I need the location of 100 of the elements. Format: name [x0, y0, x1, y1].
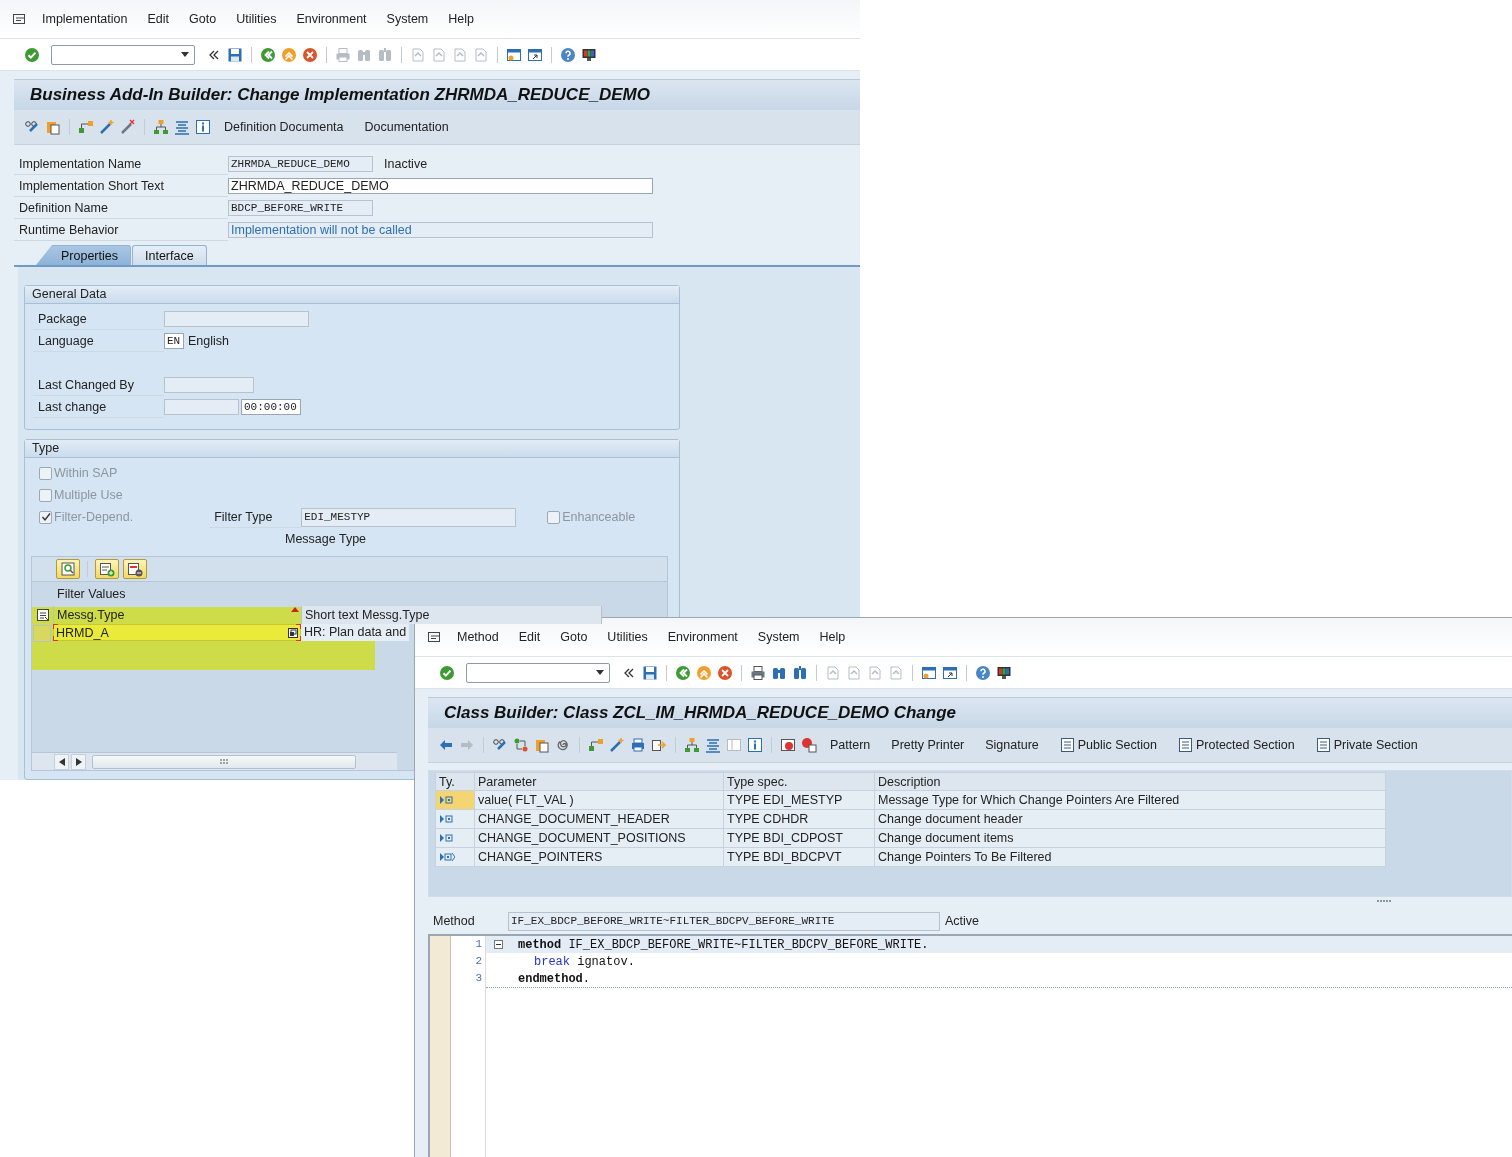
code-editor[interactable]: 1 2 3 method IF_EX_BDCP_BEFORE_WRITE~FILTER_BDCPV_BEFORE_WRITE. break ignatov. endmethod.: [428, 934, 1512, 1157]
print-button[interactable]: [750, 664, 766, 681]
window-title: Class Builder: Class ZCL_IM_HRMDA_REDUCE_DEMO Change: [444, 703, 956, 723]
copy-button[interactable]: [534, 737, 550, 753]
wand-cross-button[interactable]: [120, 119, 136, 135]
code-line: method IF_EX_BDCP_BEFORE_WRITE~FILTER_BDCPV_BEFORE_WRITE.: [518, 937, 929, 952]
command-field[interactable]: [466, 662, 610, 683]
hierarchy-button[interactable]: [78, 119, 94, 135]
wand-button[interactable]: [99, 119, 115, 135]
exit-button[interactable]: [696, 664, 712, 681]
tab[interactable]: Properties: [36, 245, 131, 265]
first-page-button[interactable]: [410, 46, 426, 63]
toolbar-button[interactable]: Private Section: [1307, 735, 1426, 755]
column-header[interactable]: Short text Messg.Type: [302, 606, 602, 624]
checkbox[interactable]: [39, 466, 52, 480]
hierarchy-button[interactable]: [588, 737, 604, 753]
breakpoint-button[interactable]: [780, 737, 796, 753]
swap-button[interactable]: [513, 737, 529, 753]
menu-item[interactable]: Edit: [137, 12, 179, 26]
menu-item[interactable]: Goto: [179, 12, 227, 26]
stop-button[interactable]: [801, 737, 817, 753]
first-page-button[interactable]: [825, 664, 841, 681]
input-field[interactable]: [164, 311, 309, 327]
previous-page-button[interactable]: [846, 664, 862, 681]
last-page-button[interactable]: [888, 664, 904, 681]
toolbar-button[interactable]: Public Section: [1051, 735, 1165, 755]
export-button[interactable]: [651, 737, 667, 753]
time-field[interactable]: 00:00:00: [241, 399, 301, 415]
checkbox[interactable]: [39, 488, 52, 502]
toolbar-button[interactable]: Documentation: [356, 118, 457, 136]
menu-item[interactable]: Utilities: [597, 630, 658, 644]
menu-item[interactable]: Environment: [657, 630, 748, 644]
collapse-icon[interactable]: [493, 940, 503, 949]
menu-item[interactable]: System: [376, 12, 439, 26]
command-field[interactable]: [51, 44, 195, 65]
tree-button[interactable]: [153, 119, 169, 135]
menu-item[interactable]: System: [747, 630, 810, 644]
copy-button[interactable]: [45, 119, 61, 135]
menu-item[interactable]: Method: [447, 630, 509, 644]
help-button[interactable]: [975, 664, 991, 681]
panel-button[interactable]: [726, 737, 742, 753]
find-next-button[interactable]: [792, 664, 808, 681]
printer-button[interactable]: [630, 737, 646, 753]
group-title: Type: [25, 440, 679, 458]
info-button[interactable]: [747, 737, 763, 753]
horizontal-scrollbar[interactable]: [32, 752, 397, 770]
menu-item[interactable]: Help: [809, 630, 856, 644]
column-header[interactable]: Type spec.: [723, 772, 875, 791]
toolbar-button[interactable]: Protected Section: [1170, 735, 1303, 755]
menu-item[interactable]: Implementation: [32, 12, 138, 26]
column-header[interactable]: Ty.: [435, 772, 475, 791]
details-button[interactable]: [56, 559, 80, 579]
shortcut-button[interactable]: [527, 46, 543, 63]
align-button[interactable]: [174, 119, 190, 135]
column-header[interactable]: Parameter: [474, 772, 724, 791]
delete-row-button[interactable]: [123, 559, 147, 579]
toolbar-button[interactable]: Definition Documenta: [216, 118, 352, 136]
back-button[interactable]: [675, 664, 691, 681]
insert-row-button[interactable]: [95, 559, 119, 579]
save-button[interactable]: [227, 46, 243, 63]
back-button[interactable]: [260, 46, 276, 63]
cancel-button[interactable]: [717, 664, 733, 681]
last-page-button[interactable]: [473, 46, 489, 63]
layout-settings-button[interactable]: [996, 664, 1012, 681]
help-button[interactable]: [560, 46, 576, 63]
menu-icon[interactable]: [427, 630, 441, 644]
tab[interactable]: Interface: [132, 245, 207, 265]
exit-button[interactable]: [281, 46, 297, 63]
input-field[interactable]: [164, 377, 254, 393]
align-button[interactable]: [705, 737, 721, 753]
input-field[interactable]: ZHRMDA_REDUCE_DEMO: [228, 178, 653, 194]
enter-button[interactable]: [24, 46, 40, 63]
enter-button[interactable]: [439, 664, 455, 681]
save-button[interactable]: [642, 664, 658, 681]
menu-item[interactable]: Environment: [286, 12, 377, 26]
menu-item[interactable]: Edit: [508, 630, 551, 644]
menu-item[interactable]: Utilities: [226, 12, 287, 26]
shortcut-button[interactable]: [942, 664, 958, 681]
tree-button[interactable]: [684, 737, 700, 753]
spiral-button[interactable]: [555, 737, 571, 753]
input-field[interactable]: HRMD_A: [53, 624, 301, 641]
toolbar-button[interactable]: Pretty Printer: [883, 736, 973, 754]
menu-icon[interactable]: [12, 12, 26, 26]
cancel-button[interactable]: [302, 46, 318, 63]
layout-settings-button[interactable]: [581, 46, 597, 63]
new-session-button[interactable]: [921, 664, 937, 681]
toolbar-button[interactable]: Signature: [977, 736, 1047, 754]
toolbar-button[interactable]: Pattern: [822, 736, 879, 754]
date-field[interactable]: [164, 399, 239, 415]
column-header[interactable]: Description: [874, 772, 1386, 791]
previous-page-button[interactable]: [431, 46, 447, 63]
menu-item[interactable]: Goto: [550, 630, 598, 644]
checkbox[interactable]: [39, 510, 52, 524]
checkbox[interactable]: [547, 510, 561, 524]
wand-button[interactable]: [609, 737, 625, 753]
next-page-button[interactable]: [452, 46, 468, 63]
next-page-button[interactable]: [867, 664, 883, 681]
info-button[interactable]: [195, 119, 211, 135]
menu-item[interactable]: Help: [438, 12, 484, 26]
new-session-button[interactable]: [506, 46, 522, 63]
